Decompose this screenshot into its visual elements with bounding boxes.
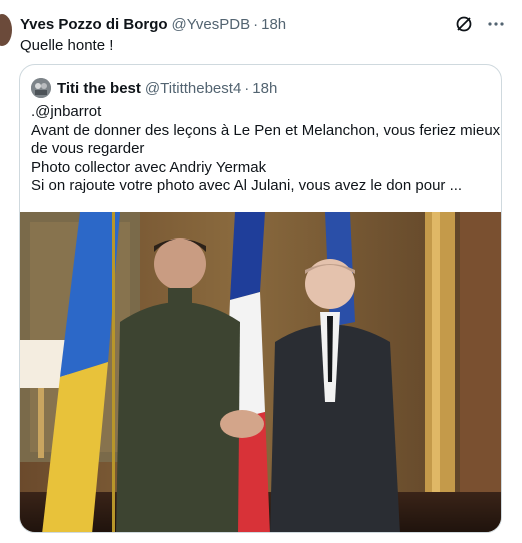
tweet-actions [454, 14, 506, 34]
tweet-time[interactable]: 18h [261, 16, 286, 33]
quoted-text-line: de vous regarder [31, 140, 145, 157]
author-handle[interactable]: @YvesPDB [172, 16, 251, 33]
separator-dot: · [253, 15, 259, 33]
more-icon[interactable] [486, 14, 506, 34]
quoted-text-line: .@jnbarrot [31, 103, 102, 120]
separator-dot: · [244, 79, 250, 97]
quoted-tweet[interactable]: Titi the best @Tititthebest4 · 18h .@jnb… [19, 64, 502, 533]
author-avatar[interactable] [0, 14, 12, 46]
quoted-text-line: Avant de donner des leçons à Le Pen et M… [31, 121, 501, 139]
author-name[interactable]: Yves Pozzo di Borgo [20, 16, 168, 33]
quoted-tweet-time[interactable]: 18h [252, 80, 277, 97]
grok-icon[interactable] [454, 14, 474, 34]
tweet-text: Quelle honte ! [20, 37, 114, 54]
quoted-tweet-photo[interactable] [20, 212, 501, 532]
quoted-author-name[interactable]: Titi the best [57, 80, 141, 97]
quoted-tweet-text: .@jnbarrot Avant de donner des leçons à … [31, 103, 501, 196]
quoted-tweet-header: Titi the best @Tititthebest4 · 18h [31, 78, 277, 98]
tweet-header: Yves Pozzo di Borgo @YvesPDB · 18h [20, 14, 514, 34]
quoted-author-avatar[interactable] [31, 78, 51, 98]
quoted-text-line: Si on rajoute votre photo avec Al Julani… [31, 177, 463, 194]
quoted-author-handle[interactable]: @Tititthebest4 [145, 80, 241, 97]
quoted-text-line: Photo collector avec Andriy Yermak [31, 158, 267, 176]
